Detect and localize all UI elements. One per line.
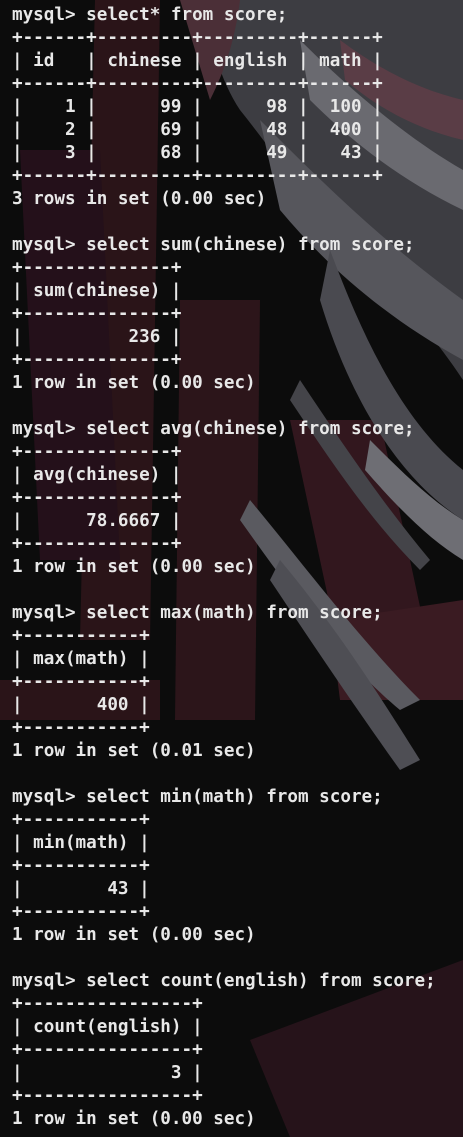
command-line: mysql> select avg(chinese) from score;: [12, 419, 415, 439]
result-summary-line: 1 row in set (0.01 sec): [12, 741, 256, 761]
terminal-output[interactable]: mysql> select* from score; +------+------…: [12, 4, 436, 1131]
table-row-line: | 3 |: [12, 1063, 203, 1083]
table-border-line: +--------------+: [12, 350, 182, 370]
table-border-line: +----------------+: [12, 994, 203, 1014]
table-row-line: | count(english) |: [12, 1017, 203, 1037]
table-border-line: +--------------+: [12, 304, 182, 324]
table-border-line: +------+---------+---------+------+: [12, 166, 383, 186]
command-line: mysql> select sum(chinese) from score;: [12, 235, 415, 255]
table-border-line: +--------------+: [12, 534, 182, 554]
table-border-line: +------+---------+---------+------+: [12, 74, 383, 94]
result-summary-line: 1 row in set (0.00 sec): [12, 557, 256, 577]
table-row-line: | id | chinese | english | math |: [12, 51, 383, 71]
table-row-line: | 43 |: [12, 879, 150, 899]
command-line: mysql> select max(math) from score;: [12, 603, 383, 623]
table-border-line: +-----------+: [12, 718, 150, 738]
table-border-line: +----------------+: [12, 1086, 203, 1106]
result-summary-line: 1 row in set (0.00 sec): [12, 1109, 256, 1129]
table-row-line: | min(math) |: [12, 833, 150, 853]
command-line: mysql> select count(english) from score;: [12, 971, 436, 991]
table-row-line: | avg(chinese) |: [12, 465, 182, 485]
table-row-line: | sum(chinese) |: [12, 281, 182, 301]
table-border-line: +-----------+: [12, 672, 150, 692]
table-border-line: +-----------+: [12, 856, 150, 876]
table-border-line: +--------------+: [12, 488, 182, 508]
result-summary-line: 3 rows in set (0.00 sec): [12, 189, 267, 209]
table-row-line: | 400 |: [12, 695, 150, 715]
result-summary-line: 1 row in set (0.00 sec): [12, 925, 256, 945]
table-border-line: +--------------+: [12, 442, 182, 462]
table-border-line: +-----------+: [12, 626, 150, 646]
table-border-line: +--------------+: [12, 258, 182, 278]
table-border-line: +----------------+: [12, 1040, 203, 1060]
table-border-line: +------+---------+---------+------+: [12, 28, 383, 48]
table-row-line: | 78.6667 |: [12, 511, 182, 531]
table-row-line: | max(math) |: [12, 649, 150, 669]
table-border-line: +-----------+: [12, 810, 150, 830]
command-line: mysql> select* from score;: [12, 5, 288, 25]
table-row-line: | 3 | 68 | 49 | 43 |: [12, 143, 383, 163]
table-row-line: | 2 | 69 | 48 | 400 |: [12, 120, 383, 140]
command-line: mysql> select min(math) from score;: [12, 787, 383, 807]
table-border-line: +-----------+: [12, 902, 150, 922]
result-summary-line: 1 row in set (0.00 sec): [12, 373, 256, 393]
table-row-line: | 236 |: [12, 327, 182, 347]
table-row-line: | 1 | 99 | 98 | 100 |: [12, 97, 383, 117]
